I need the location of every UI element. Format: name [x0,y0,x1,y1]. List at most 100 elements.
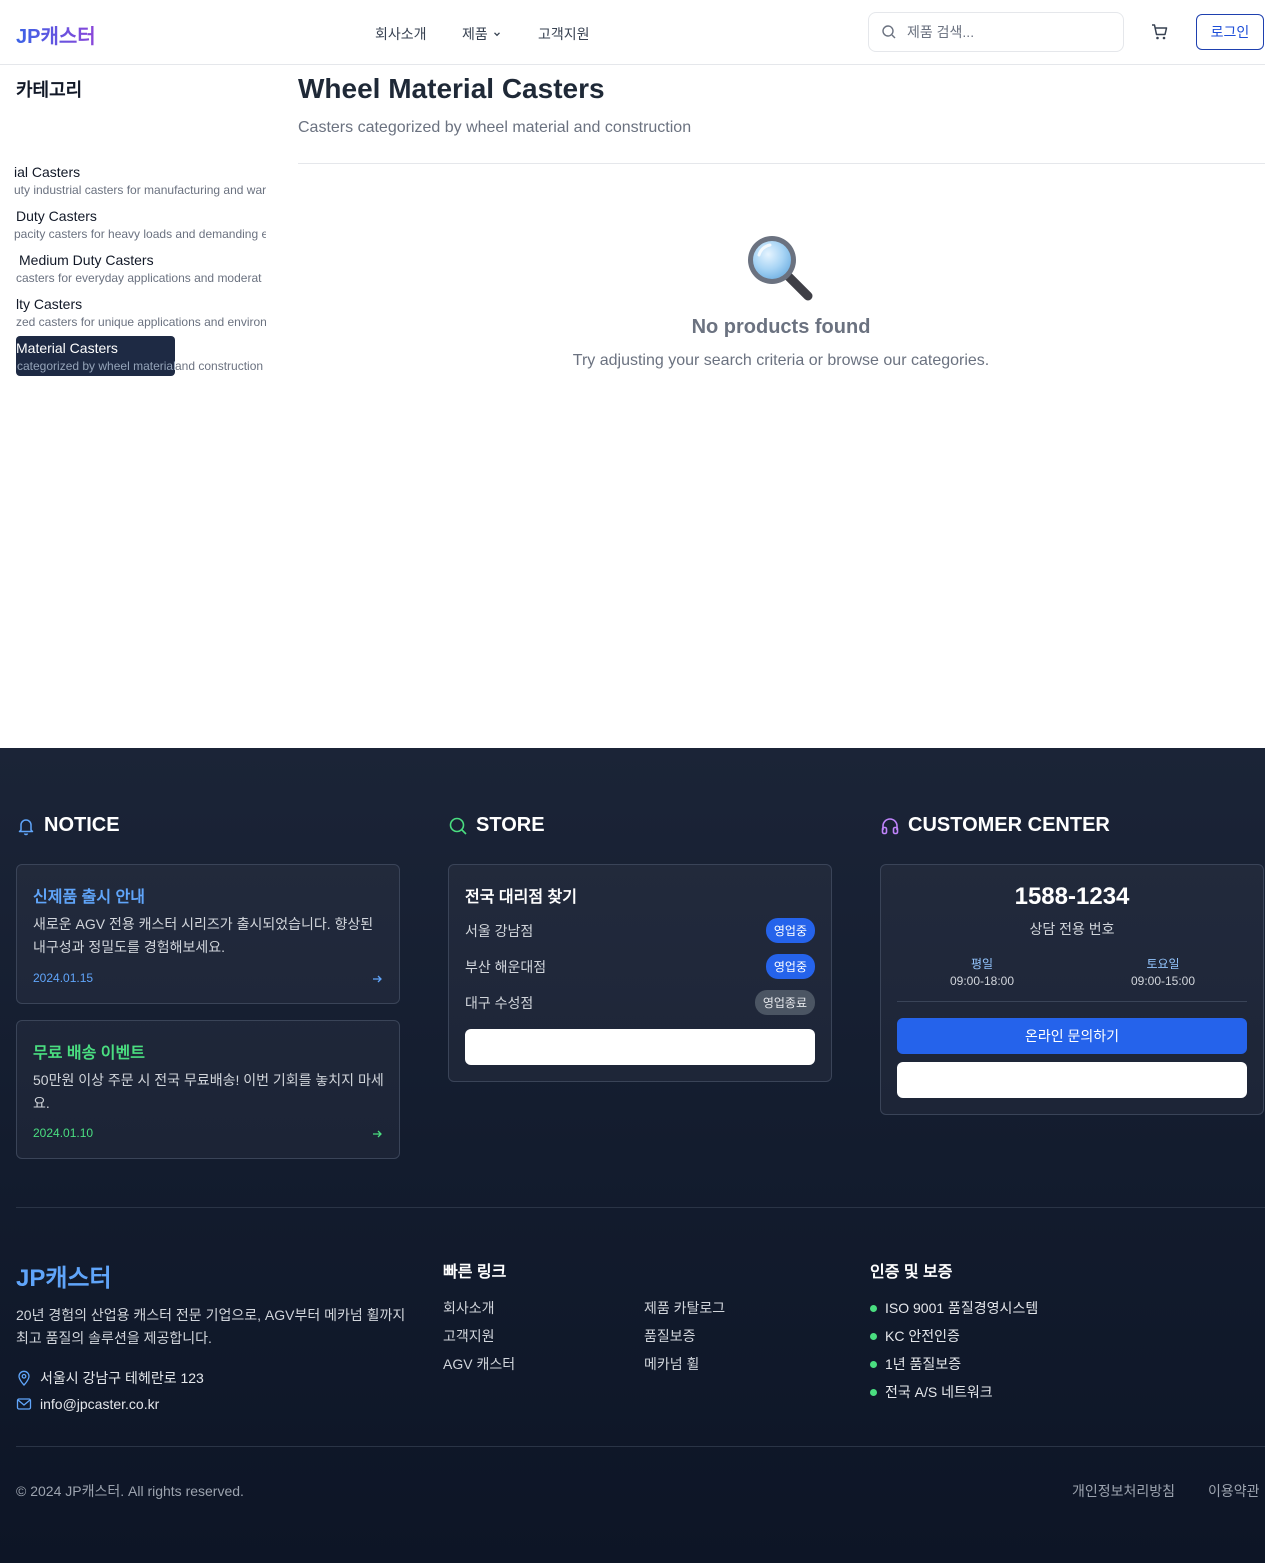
category-desc: categorized by wheel material [17,359,176,373]
footer-divider [16,1207,1265,1208]
notice-heading: NOTICE [16,814,120,837]
customer-divider [897,1001,1247,1002]
login-button[interactable]: 로그인 [1196,14,1264,50]
notice-card[interactable]: 무료 배송 이벤트 50만원 이상 주문 시 전국 무료배송! 이번 기회를 놓… [16,1020,400,1159]
search-input[interactable] [907,24,1107,40]
cert-label: KC 안전인증 [885,1328,960,1344]
cart-icon[interactable] [1150,22,1170,42]
status-badge: 영업중 [765,918,815,943]
sidebar-item-heavy-duty[interactable]: Duty Casters pacity casters for heavy lo… [0,208,266,248]
certs-title: 인증 및 보증 [870,1264,953,1281]
store-name: 대구 수성점 [465,994,534,1011]
bullet-dot [870,1388,877,1396]
notice-date: 2024.01.15 [33,971,94,985]
notice-date: 2024.01.10 [33,1126,94,1140]
store-row[interactable]: 부산 해운대점 영업중 [465,954,815,979]
store-name: 서울 강남점 [465,922,534,939]
store-card: 전국 대리점 찾기 서울 강남점 영업중 부산 해운대점 영업중 대구 수성점 … [448,864,832,1082]
notice-body: 새로운 AGV 전용 캐스터 시리즈가 출시되었습니다. 향상된 내구성과 정밀… [33,916,374,955]
sidebar-item-industrial[interactable]: ial Casters uty industrial casters for m… [0,164,266,204]
search-icon [449,817,467,835]
cert-label: 전국 A/S 네트워크 [885,1384,993,1400]
category-name: lty Casters [16,296,83,312]
arrow-right-icon[interactable] [371,973,383,985]
nav-products-label: 제품 [462,26,488,42]
empty-state-text: Try adjusting your search criteria or br… [572,352,990,369]
map-pin-icon [18,1370,30,1386]
sidebar-title: 카테고리 [16,80,83,100]
terms-link[interactable]: 이용약관 [1208,1481,1260,1501]
cert-item: ISO 9001 품질경영시스템 [870,1298,1038,1318]
notice-body: 50만원 이상 주문 시 전국 무료배송! 이번 기회를 놓치지 마세요. [33,1072,384,1111]
footer-logo[interactable]: JP캐스터 [16,1258,112,1293]
store-search-button[interactable] [465,1029,815,1065]
hours-time: 09:00-18:00 [949,974,1015,988]
cert-label: ISO 9001 품질경영시스템 [885,1300,1039,1316]
store-row[interactable]: 대구 수성점 영업종료 [465,990,815,1015]
customer-heading: CUSTOMER CENTER [880,814,1110,837]
footer-link[interactable]: 메카넘 휠 [644,1354,699,1374]
footer-divider [16,1446,1265,1447]
bullet-dot [870,1332,877,1340]
headphones-icon [881,817,899,834]
category-name: ial Casters [14,164,81,180]
site-logo[interactable]: JP캐스터 [16,20,96,49]
empty-state-title: No products found [691,316,871,338]
footer-link[interactable]: AGV 캐스터 [443,1354,515,1374]
nav-about-label: 회사소개 [375,26,427,42]
nav-about[interactable]: 회사소개 [375,24,427,44]
category-name: Duty Casters [16,208,97,224]
footer-link[interactable]: 제품 카탈로그 [644,1298,725,1318]
footer-description: 20년 경험의 산업용 캐스터 전문 기업으로, AGV부터 메카넘 휠까지 최… [16,1307,406,1346]
weekday-hours: 평일 09:00-18:00 [922,955,1042,988]
sidebar-item-specialty[interactable]: lty Casters zed casters for unique appli… [0,296,266,336]
bullet-dot [870,1304,877,1312]
search-icon [882,25,896,39]
hours-time: 09:00-15:00 [1130,974,1196,988]
phone-caption: 상담 전용 번호 [1029,921,1115,937]
footer-address: 서울시 강남구 테헤란로 123 [16,1368,204,1388]
sidebar-item-medium-duty[interactable]: Medium Duty Casters casters for everyday… [0,252,266,292]
copyright: © 2024 JP캐스터. All rights reserved. [16,1483,244,1499]
footer-link[interactable]: 회사소개 [443,1298,495,1318]
magnifier-icon [748,236,813,301]
notice-title: 신제품 출시 안내 [33,889,145,906]
mail-icon [16,1398,32,1410]
saturday-hours: 토요일 09:00-15:00 [1103,955,1223,988]
online-inquiry-button[interactable]: 온라인 문의하기 [897,1018,1247,1054]
category-sidebar: 카테고리 ial Casters uty industrial casters … [0,65,266,748]
store-row[interactable]: 서울 강남점 영업중 [465,918,815,943]
status-badge: 영업종료 [754,990,815,1015]
email-text: info@jpcaster.co.kr [40,1396,160,1412]
footer-email[interactable]: info@jpcaster.co.kr [16,1396,159,1412]
cert-item: KC 안전인증 [870,1326,960,1346]
store-heading: STORE [448,814,545,837]
category-name: Medium Duty Casters [19,252,154,268]
hours-label: 평일 [970,957,994,971]
bell-icon [18,818,34,835]
footer-link[interactable]: 고객지원 [443,1326,495,1346]
page-subtitle: Casters categorized by wheel material an… [298,119,692,136]
sidebar-item-wheel-material[interactable]: Material Casters categorized by wheel ma… [0,336,266,382]
notice-card[interactable]: 신제품 출시 안내 새로운 AGV 전용 캐스터 시리즈가 출시되었습니다. 향… [16,864,400,1004]
site-footer: NOTICE 신제품 출시 안내 새로운 AGV 전용 캐스터 시리즈가 출시되… [0,748,1265,1563]
page-title: Wheel Material Casters [298,73,605,104]
title-divider [298,163,1265,164]
notice-heading-label: NOTICE [44,814,120,836]
privacy-link[interactable]: 개인정보처리방침 [1072,1481,1175,1501]
arrow-right-icon[interactable] [371,1128,383,1140]
chevron-down-icon [493,32,500,37]
bullet-dot [870,1360,877,1368]
search-box [868,12,1124,52]
category-desc-overflow: and construction [175,359,264,373]
nav-support[interactable]: 고객지원 [538,24,590,44]
category-desc: uty industrial casters for manufacturing… [14,183,266,197]
cert-item: 1년 품질보증 [870,1354,961,1374]
quick-links-title: 빠른 링크 [443,1264,507,1281]
footer-link[interactable]: 품질보증 [644,1326,696,1346]
address-text: 서울시 강남구 테헤란로 123 [40,1370,204,1386]
customer-card: 1588-1234 상담 전용 번호 평일 09:00-18:00 토요일 09… [880,864,1264,1115]
category-desc: casters for everyday applications and mo… [16,271,262,285]
nav-products[interactable]: 제품 [462,24,502,44]
secondary-button[interactable] [897,1062,1247,1098]
